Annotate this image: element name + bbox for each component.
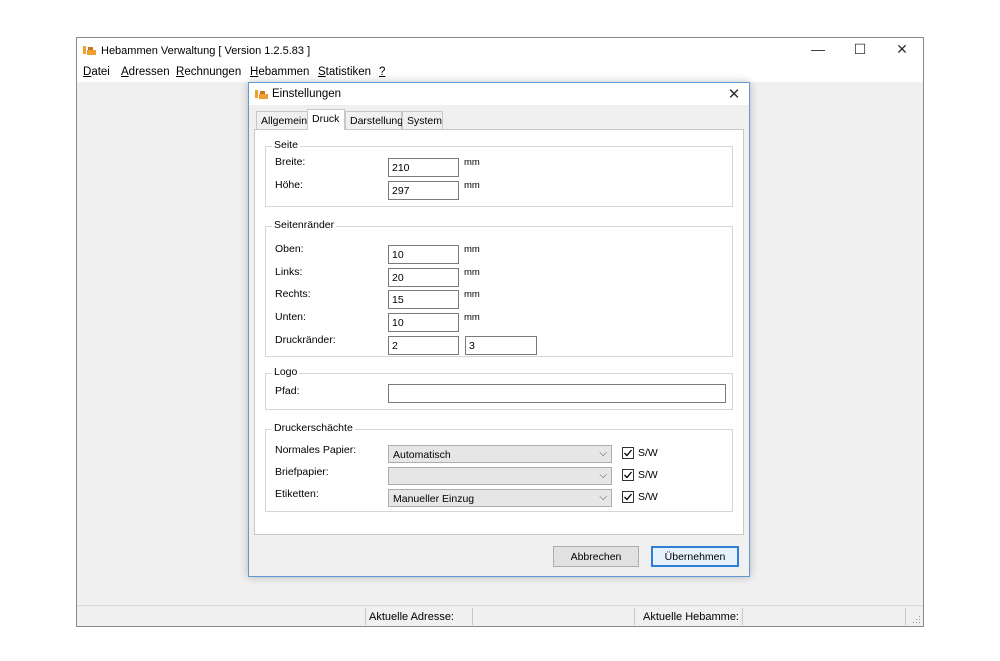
- menu-adressen[interactable]: Adressen: [121, 66, 170, 78]
- pfad-input[interactable]: [388, 384, 726, 403]
- druckraender-input-1[interactable]: 2: [388, 336, 459, 355]
- hoehe-label: Höhe:: [275, 179, 304, 191]
- menu-datei[interactable]: Datei: [83, 66, 110, 78]
- tab-allgemein[interactable]: Allgemein: [256, 111, 308, 129]
- tab-darstellung[interactable]: Darstellung: [345, 111, 403, 129]
- settings-dialog: Einstellungen ✕ Allgemein Druck Darstell…: [248, 82, 750, 577]
- dialog-close-button[interactable]: ✕: [721, 84, 747, 104]
- group-seitenraender: Seitenränder Oben: 10 mm Links: 20 mm Re…: [265, 219, 733, 357]
- status-divider: [905, 608, 906, 625]
- close-icon: ✕: [896, 40, 908, 57]
- group-seite: Seite Breite: 210 mm Höhe: 297 mm: [265, 139, 733, 207]
- etiketten-value: Manueller Einzug: [393, 493, 475, 505]
- status-divider: [472, 608, 473, 625]
- maximize-button[interactable]: ☐: [839, 38, 881, 60]
- tab-system[interactable]: System: [402, 111, 443, 129]
- apply-button[interactable]: Übernehmen: [651, 546, 739, 567]
- etiketten-label: Etiketten:: [275, 488, 319, 500]
- unten-unit: mm: [464, 312, 480, 323]
- druckraender-input-2[interactable]: 3: [465, 336, 537, 355]
- maximize-icon: ☐: [853, 40, 867, 57]
- tab-druck[interactable]: Druck: [307, 109, 345, 130]
- sw-label-etiketten: S/W: [638, 491, 658, 503]
- minimize-button[interactable]: —: [797, 38, 839, 60]
- sw-checkbox-brief[interactable]: [622, 469, 634, 481]
- links-input[interactable]: 20: [388, 268, 459, 287]
- checkmark-icon: [624, 471, 633, 479]
- app-icon: [255, 90, 268, 99]
- sw-label-brief: S/W: [638, 469, 658, 481]
- status-midwife-label: Aktuelle Hebamme:: [643, 611, 739, 623]
- briefpapier-select[interactable]: ⌵: [388, 467, 612, 485]
- oben-label: Oben:: [275, 243, 304, 255]
- dialog-title-bar: Einstellungen ✕: [249, 83, 749, 105]
- close-button[interactable]: ✕: [881, 38, 923, 60]
- menu-rechnungen[interactable]: Rechnungen: [176, 66, 241, 78]
- chevron-down-icon: ⌵: [599, 470, 607, 481]
- oben-input[interactable]: 10: [388, 245, 459, 264]
- checkmark-icon: [624, 493, 633, 501]
- group-title-druckerschaechte: Druckerschächte: [272, 422, 355, 434]
- rechts-unit: mm: [464, 289, 480, 300]
- sw-checkbox-normal[interactable]: [622, 447, 634, 459]
- sw-checkbox-etiketten[interactable]: [622, 491, 634, 503]
- unten-label: Unten:: [275, 311, 306, 323]
- status-bar: Aktuelle Adresse: Aktuelle Hebamme:: [77, 605, 923, 626]
- group-druckerschaechte: Druckerschächte Normales Papier: Automat…: [265, 422, 733, 512]
- druckraender-label: Druckränder:: [275, 334, 336, 346]
- app-icon: [83, 46, 96, 55]
- etiketten-select[interactable]: Manueller Einzug ⌵: [388, 489, 612, 507]
- normales-papier-label: Normales Papier:: [275, 444, 357, 456]
- links-label: Links:: [275, 266, 303, 278]
- unten-input[interactable]: 10: [388, 313, 459, 332]
- status-divider: [634, 608, 635, 625]
- group-title-seite: Seite: [272, 139, 300, 151]
- window-title: Hebammen Verwaltung [ Version 1.2.5.83 ]: [101, 45, 311, 57]
- chevron-down-icon: ⌵: [599, 492, 607, 503]
- tab-panel-druck: Seite Breite: 210 mm Höhe: 297 mm Seiten…: [254, 129, 744, 535]
- group-title-seitenraender: Seitenränder: [272, 219, 337, 231]
- menu-bar: Datei Adressen Rechnungen Hebammen Stati…: [77, 64, 923, 82]
- group-title-logo: Logo: [272, 366, 300, 378]
- status-address-label: Aktuelle Adresse:: [369, 611, 454, 623]
- normales-papier-select[interactable]: Automatisch ⌵: [388, 445, 612, 463]
- status-divider: [742, 608, 743, 625]
- sw-label-normal: S/W: [638, 447, 658, 459]
- menu-statistiken[interactable]: Statistiken: [318, 66, 371, 78]
- briefpapier-label: Briefpapier:: [275, 466, 329, 478]
- minimize-icon: —: [811, 41, 825, 57]
- breite-label: Breite:: [275, 156, 306, 168]
- links-unit: mm: [464, 267, 480, 278]
- checkmark-icon: [624, 449, 633, 457]
- cancel-button[interactable]: Abbrechen: [553, 546, 639, 567]
- title-bar: Hebammen Verwaltung [ Version 1.2.5.83 ]…: [77, 38, 923, 64]
- pfad-label: Pfad:: [275, 385, 300, 397]
- breite-input[interactable]: 210: [388, 158, 459, 177]
- rechts-input[interactable]: 15: [388, 290, 459, 309]
- group-logo: Logo Pfad:: [265, 366, 733, 410]
- close-icon: ✕: [727, 86, 741, 103]
- status-divider: [365, 608, 366, 625]
- dialog-title: Einstellungen: [272, 88, 342, 100]
- resize-grip-icon[interactable]: [911, 614, 921, 624]
- hoehe-unit: mm: [464, 180, 480, 191]
- hoehe-input[interactable]: 297: [388, 181, 459, 200]
- chevron-down-icon: ⌵: [599, 448, 607, 459]
- menu-help[interactable]: ?: [379, 66, 385, 78]
- oben-unit: mm: [464, 244, 480, 255]
- rechts-label: Rechts:: [275, 288, 311, 300]
- normales-papier-value: Automatisch: [393, 449, 451, 461]
- breite-unit: mm: [464, 157, 480, 168]
- menu-hebammen[interactable]: Hebammen: [250, 66, 309, 78]
